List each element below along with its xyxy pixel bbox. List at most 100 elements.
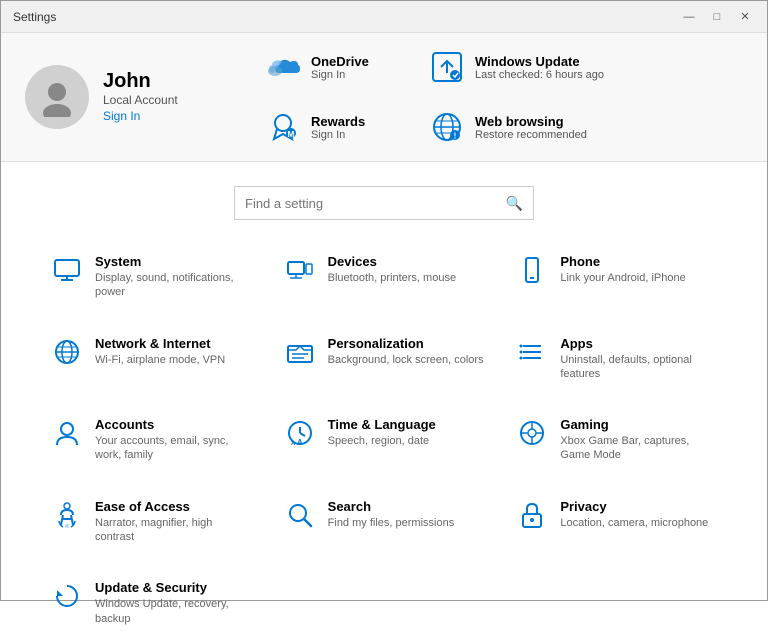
rewards-action[interactable]: M Rewards Sign In [265,109,405,145]
search-settings-desc: Find my files, permissions [328,516,455,530]
windows-update-action[interactable]: Windows Update Last checked: 6 hours ago [429,49,604,85]
settings-item-apps[interactable]: Apps Uninstall, defaults, optional featu… [506,322,727,396]
web-browsing-sub: Restore recommended [475,129,587,141]
gaming-text: Gaming Xbox Game Bar, captures, Game Mod… [560,417,717,463]
search-input[interactable] [245,196,506,211]
network-desc: Wi-Fi, airplane mode, VPN [95,353,225,367]
devices-desc: Bluetooth, printers, mouse [328,271,456,285]
settings-item-time[interactable]: A A Time & Language Speech, region, date [274,403,495,477]
settings-item-privacy[interactable]: Privacy Location, camera, microphone [506,485,727,559]
settings-item-accounts[interactable]: Accounts Your accounts, email, sync, wor… [41,403,262,477]
time-title: Time & Language [328,417,436,432]
privacy-title: Privacy [560,499,708,514]
network-text: Network & Internet Wi-Fi, airplane mode,… [95,336,225,367]
devices-icon [284,254,316,286]
time-text: Time & Language Speech, region, date [328,417,436,448]
settings-item-gaming[interactable]: Gaming Xbox Game Bar, captures, Game Mod… [506,403,727,477]
search-bar[interactable]: 🔍 [234,186,534,220]
header-actions: OneDrive Sign In Windows Update Last che… [265,49,743,145]
phone-text: Phone Link your Android, iPhone [560,254,685,285]
title-bar: Settings — □ ✕ [1,1,767,33]
svg-text:M: M [288,130,295,139]
search-settings-text: Search Find my files, permissions [328,499,455,530]
system-icon [51,254,83,286]
apps-title: Apps [560,336,717,351]
apps-text: Apps Uninstall, defaults, optional featu… [560,336,717,382]
gaming-desc: Xbox Game Bar, captures, Game Mode [560,434,717,463]
settings-item-personalization[interactable]: Personalization Background, lock screen,… [274,322,495,396]
web-browsing-title: Web browsing [475,114,587,129]
header: John Local Account Sign In OneDrive Sign… [1,33,767,162]
gaming-icon [516,417,548,449]
settings-item-ease[interactable]: Ease of Access Narrator, magnifier, high… [41,485,262,559]
personalization-title: Personalization [328,336,484,351]
system-desc: Display, sound, notifications, power [95,271,252,300]
web-browsing-text: Web browsing Restore recommended [475,114,587,141]
onedrive-title: OneDrive [311,54,369,69]
phone-title: Phone [560,254,685,269]
time-desc: Speech, region, date [328,434,436,448]
windows-update-text: Windows Update Last checked: 6 hours ago [475,54,604,81]
web-browsing-action[interactable]: ! Web browsing Restore recommended [429,109,587,145]
devices-text: Devices Bluetooth, printers, mouse [328,254,456,285]
update-title: Update & Security [95,580,252,595]
onedrive-action[interactable]: OneDrive Sign In [265,49,405,85]
network-icon [51,336,83,368]
network-title: Network & Internet [95,336,225,351]
user-section: John Local Account Sign In [25,65,225,129]
settings-item-update[interactable]: Update & Security Windows Update, recove… [41,566,262,631]
user-account: Local Account [103,93,178,107]
avatar [25,65,89,129]
windows-update-icon [429,49,465,85]
apps-icon [516,336,548,368]
phone-desc: Link your Android, iPhone [560,271,685,285]
windows-update-title: Windows Update [475,54,604,69]
personalization-desc: Background, lock screen, colors [328,353,484,367]
svg-text:!: ! [454,132,457,141]
accounts-text: Accounts Your accounts, email, sync, wor… [95,417,252,463]
rewards-title: Rewards [311,114,365,129]
ease-text: Ease of Access Narrator, magnifier, high… [95,499,252,545]
ease-desc: Narrator, magnifier, high contrast [95,516,252,545]
settings-item-system[interactable]: System Display, sound, notifications, po… [41,240,262,314]
system-title: System [95,254,252,269]
close-button[interactable]: ✕ [735,7,755,27]
onedrive-sub: Sign In [311,69,369,81]
devices-title: Devices [328,254,456,269]
ease-icon [51,499,83,531]
update-text: Update & Security Windows Update, recove… [95,580,252,626]
system-text: System Display, sound, notifications, po… [95,254,252,300]
privacy-icon [516,499,548,531]
settings-item-network[interactable]: Network & Internet Wi-Fi, airplane mode,… [41,322,262,396]
window-controls: — □ ✕ [679,7,755,27]
main-content: 🔍 System Display, sound, notifications, … [1,162,767,631]
privacy-text: Privacy Location, camera, microphone [560,499,708,530]
sign-in-link[interactable]: Sign In [103,109,140,123]
apps-desc: Uninstall, defaults, optional features [560,353,717,382]
maximize-button[interactable]: □ [707,7,727,27]
search-settings-icon [284,499,316,531]
rewards-icon: M [265,109,301,145]
accounts-icon [51,417,83,449]
privacy-desc: Location, camera, microphone [560,516,708,530]
settings-grid: System Display, sound, notifications, po… [41,240,727,631]
settings-item-search[interactable]: Search Find my files, permissions [274,485,495,559]
settings-item-phone[interactable]: Phone Link your Android, iPhone [506,240,727,314]
web-browsing-icon: ! [429,109,465,145]
accounts-title: Accounts [95,417,252,432]
onedrive-icon [265,49,301,85]
phone-icon [516,254,548,286]
minimize-button[interactable]: — [679,7,699,27]
time-icon: A A [284,417,316,449]
personalization-text: Personalization Background, lock screen,… [328,336,484,367]
svg-text:A: A [291,441,296,447]
ease-title: Ease of Access [95,499,252,514]
rewards-sub: Sign In [311,129,365,141]
windows-update-sub: Last checked: 6 hours ago [475,69,604,81]
gaming-title: Gaming [560,417,717,432]
user-name: John [103,70,178,93]
search-icon[interactable]: 🔍 [506,195,523,212]
svg-text:A: A [297,438,303,447]
settings-item-devices[interactable]: Devices Bluetooth, printers, mouse [274,240,495,314]
user-info: John Local Account Sign In [103,70,178,125]
